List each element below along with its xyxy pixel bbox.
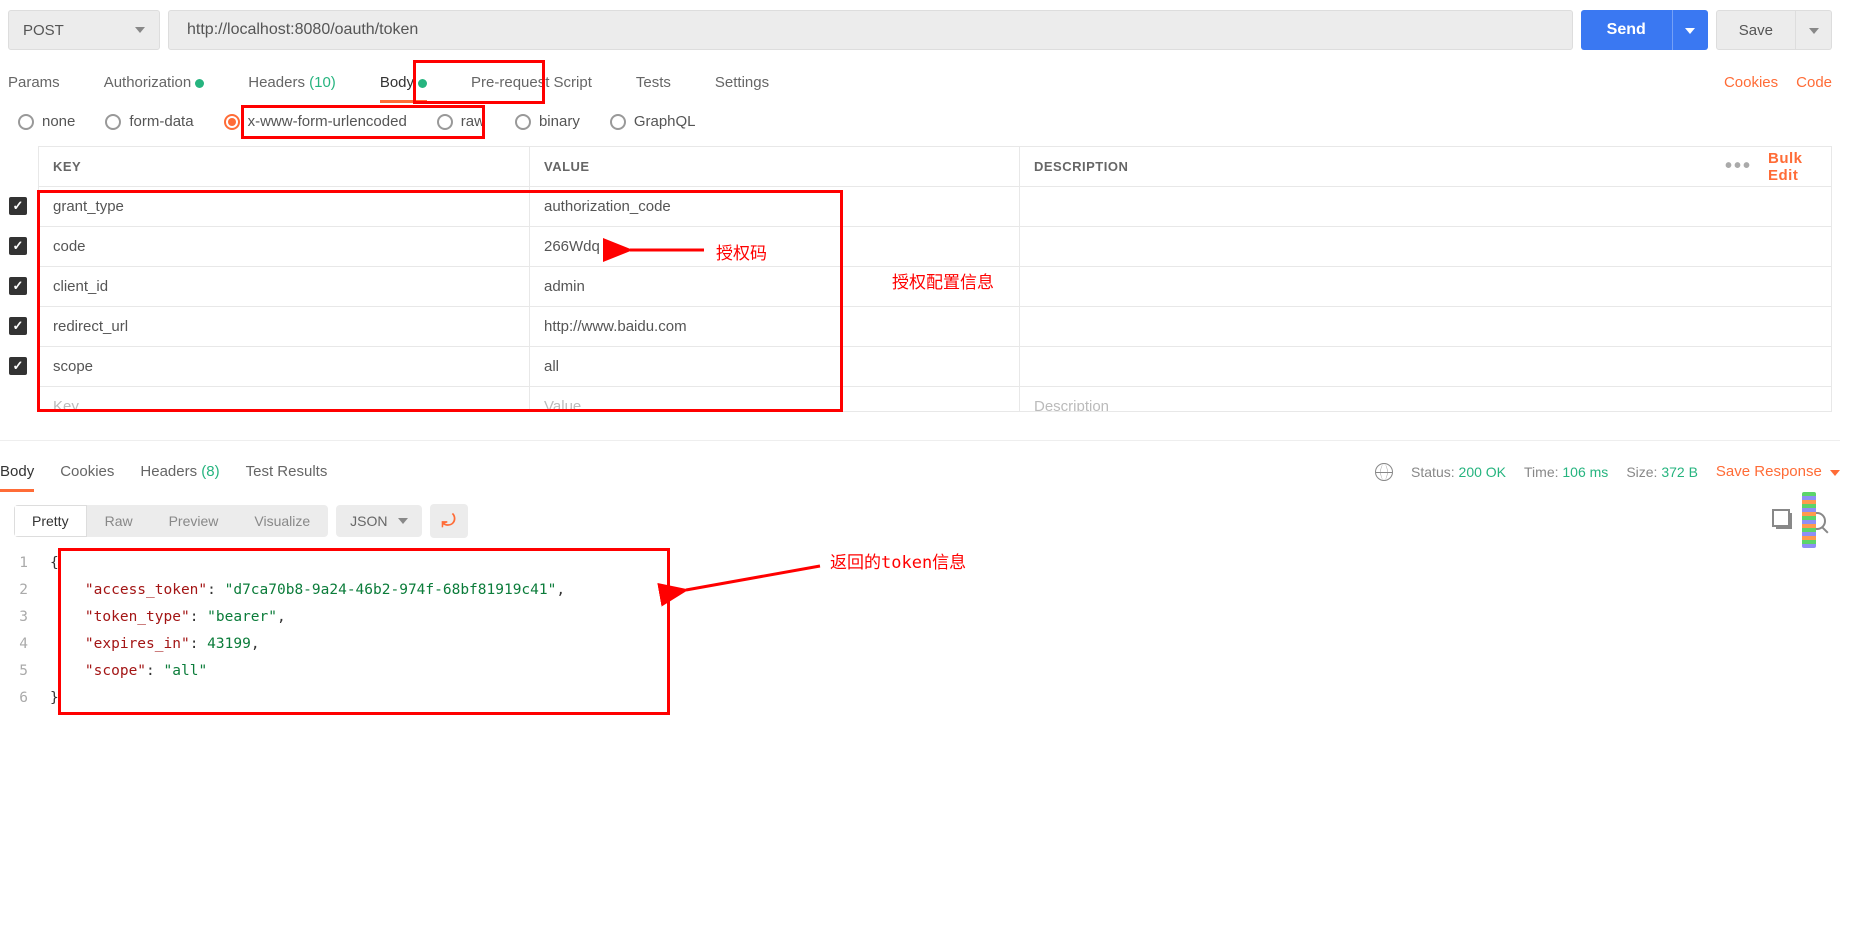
radio-icon — [18, 114, 34, 130]
json-scope: "all" — [164, 663, 208, 679]
chevron-down-icon — [135, 27, 145, 33]
radio-none[interactable]: none — [18, 113, 75, 130]
radio-icon — [610, 114, 626, 130]
copy-icon[interactable] — [1776, 513, 1792, 529]
chevron-down-icon — [1830, 470, 1840, 476]
col-key: KEY — [39, 147, 529, 186]
body-params-table: KEY VALUE DESCRIPTION ••• Bulk Edit gran… — [38, 146, 1832, 412]
method-value: POST — [23, 22, 64, 39]
json-token-type: "bearer" — [207, 609, 277, 625]
table-row[interactable]: redirect_urlhttp://www.baidu.com — [39, 307, 1831, 347]
save-button[interactable]: Save — [1716, 10, 1796, 50]
resp-tab-headers[interactable]: Headers (8) — [140, 459, 219, 484]
response-body[interactable]: 1{ 2 "access_token": "d7ca70b8-9a24-46b2… — [0, 550, 1840, 720]
json-expires-in: 43199 — [207, 636, 251, 652]
tab-authorization[interactable]: Authorization — [104, 68, 205, 97]
tab-headers[interactable]: Headers (10) — [248, 68, 336, 97]
checkbox-icon[interactable] — [9, 197, 27, 215]
checkbox-icon[interactable] — [9, 237, 27, 255]
radio-binary[interactable]: binary — [515, 113, 580, 130]
format-select[interactable]: JSON — [336, 505, 421, 537]
indicator-dot-icon — [195, 79, 204, 88]
resp-tab-testresults[interactable]: Test Results — [246, 459, 328, 484]
tab-settings[interactable]: Settings — [715, 68, 769, 97]
minimap-marker — [1802, 492, 1816, 548]
code-link[interactable]: Code — [1796, 74, 1832, 91]
time-label: Time: — [1524, 464, 1558, 480]
globe-icon[interactable] — [1375, 463, 1393, 481]
save-response-button[interactable]: Save Response — [1716, 463, 1840, 480]
response-tabs: Body Cookies Headers (8) Test Results St… — [0, 440, 1840, 492]
checkbox-icon[interactable] — [9, 317, 27, 335]
table-row[interactable]: code266Wdq — [39, 227, 1831, 267]
col-description: DESCRIPTION — [1019, 147, 1711, 186]
table-row[interactable]: grant_typeauthorization_code — [39, 187, 1831, 227]
table-row[interactable]: client_idadmin — [39, 267, 1831, 307]
radio-graphql[interactable]: GraphQL — [610, 113, 696, 130]
view-pretty[interactable]: Pretty — [14, 505, 87, 537]
radio-icon — [105, 114, 121, 130]
indicator-dot-icon — [418, 79, 427, 88]
checkbox-icon[interactable] — [9, 357, 27, 375]
size-label: Size: — [1626, 464, 1657, 480]
resp-tab-body[interactable]: Body — [0, 459, 34, 484]
url-input[interactable] — [168, 10, 1573, 50]
method-select[interactable]: POST — [8, 10, 160, 50]
send-button[interactable]: Send — [1581, 10, 1672, 50]
radio-icon — [224, 114, 240, 130]
view-preview[interactable]: Preview — [151, 505, 237, 537]
more-icon[interactable]: ••• — [1725, 155, 1752, 178]
col-value: VALUE — [529, 147, 1019, 186]
radio-icon — [515, 114, 531, 130]
radio-icon — [437, 114, 453, 130]
tab-prerequest[interactable]: Pre-request Script — [471, 68, 592, 97]
bulk-edit-link[interactable]: Bulk Edit — [1768, 150, 1817, 184]
resp-tab-cookies[interactable]: Cookies — [60, 459, 114, 484]
chevron-down-icon — [398, 518, 408, 524]
table-row[interactable]: scopeall — [39, 347, 1831, 387]
tab-params[interactable]: Params — [8, 68, 60, 97]
cookies-link[interactable]: Cookies — [1724, 74, 1778, 91]
status-label: Status: — [1411, 464, 1455, 480]
send-more-button[interactable] — [1672, 10, 1708, 50]
chevron-down-icon — [1685, 28, 1695, 34]
save-more-button[interactable] — [1796, 10, 1832, 50]
chevron-down-icon — [1809, 28, 1819, 34]
radio-urlencoded[interactable]: x-www-form-urlencoded — [224, 113, 407, 130]
tab-body[interactable]: Body — [380, 68, 427, 97]
table-row-new[interactable]: KeyValueDescription — [39, 387, 1831, 411]
json-access-token: "d7ca70b8-9a24-46b2-974f-68bf81919c41" — [225, 582, 557, 598]
view-raw[interactable]: Raw — [87, 505, 151, 537]
radio-form-data[interactable]: form-data — [105, 113, 193, 130]
tab-tests[interactable]: Tests — [636, 68, 671, 97]
status-value: 200 OK — [1459, 464, 1506, 480]
size-value: 372 B — [1661, 464, 1698, 480]
view-mode-segment: Pretty Raw Preview Visualize — [14, 505, 328, 537]
wrap-lines-icon[interactable]: ⤾ — [430, 504, 468, 538]
time-value: 106 ms — [1562, 464, 1608, 480]
body-type-radios: none form-data x-www-form-urlencoded raw… — [0, 113, 1840, 130]
radio-raw[interactable]: raw — [437, 113, 485, 130]
request-tabs: Params Authorization Headers (10) Body P… — [0, 68, 1840, 97]
view-visualize[interactable]: Visualize — [236, 505, 328, 537]
checkbox-icon[interactable] — [9, 277, 27, 295]
